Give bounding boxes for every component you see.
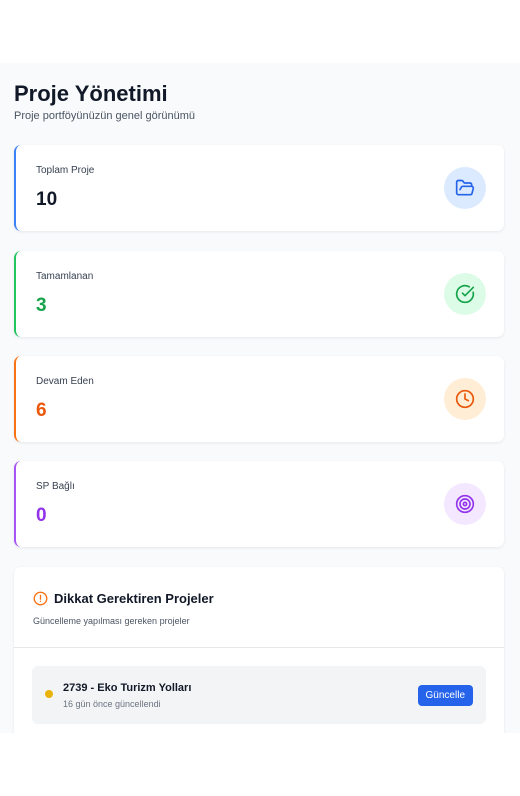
stat-label: Devam Eden	[36, 376, 94, 387]
stat-label: SP Bağlı	[36, 481, 75, 492]
page-header: Proje Yönetimi Proje portföyünüzün genel…	[14, 81, 195, 122]
stat-label: Tamamlanan	[36, 271, 94, 282]
stat-label: Toplam Proje	[36, 165, 95, 176]
stat-value: 3	[36, 295, 47, 316]
attention-projects-card: Dikkat Gerektiren Projeler Güncelleme ya…	[14, 567, 504, 733]
project-name: 2739 - Eko Turizm Yolları	[63, 682, 192, 694]
stat-card-in-progress: Devam Eden 6	[14, 356, 504, 442]
attention-title: Dikkat Gerektiren Projeler	[54, 591, 214, 606]
stat-value: 10	[36, 189, 58, 210]
status-dot	[45, 690, 53, 698]
main-content: Proje Yönetimi Proje portföyünüzün genel…	[0, 63, 520, 733]
stat-card-completed: Tamamlanan 3	[14, 251, 504, 337]
stat-card-sp-linked: SP Bağlı 0	[14, 461, 504, 547]
attention-project-item: 2739 - Eko Turizm Yolları 16 gün önce gü…	[32, 666, 486, 724]
stat-value: 6	[36, 400, 47, 421]
update-project-button[interactable]: Güncelle	[417, 685, 473, 706]
page-subtitle: Proje portföyünüzün genel görünümü	[14, 110, 196, 122]
page-title: Proje Yönetimi	[14, 81, 168, 106]
stat-value: 0	[36, 505, 47, 526]
folder-open-icon	[444, 167, 486, 209]
clock-icon	[444, 378, 486, 420]
target-icon	[444, 483, 486, 525]
attention-subtitle: Güncelleme yapılması gereken projeler	[33, 616, 190, 626]
stat-card-total-projects: Toplam Proje 10	[14, 145, 504, 231]
alert-circle-icon	[33, 591, 48, 606]
divider	[14, 647, 504, 648]
project-last-updated: 16 gün önce güncellendi	[63, 699, 161, 709]
check-circle-icon	[444, 273, 486, 315]
